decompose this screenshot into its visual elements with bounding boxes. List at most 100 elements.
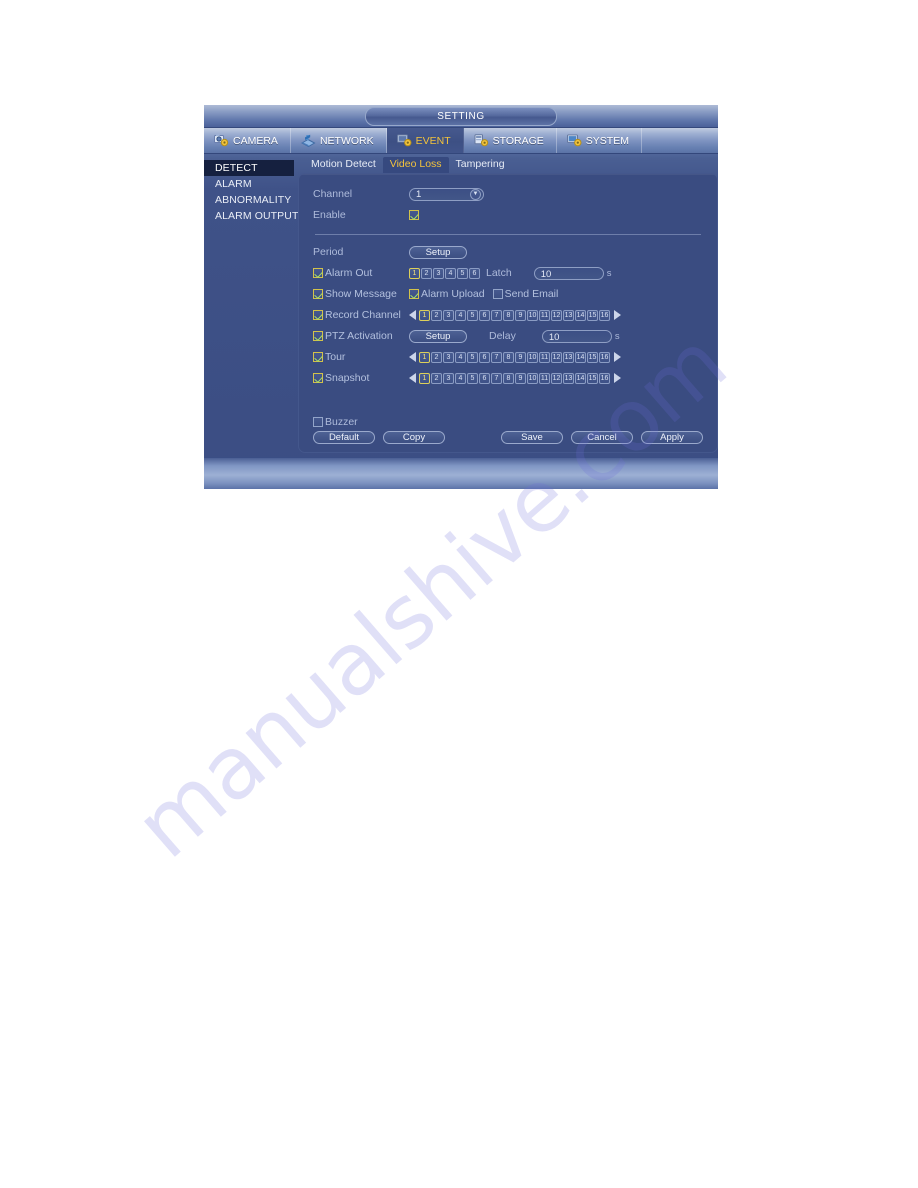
tour-chip[interactable]: 2 [431, 351, 442, 363]
snapshot-chip[interactable]: 7 [491, 372, 502, 384]
snapshot-chips[interactable]: 1 2 3 4 5 6 7 8 9 10 11 12 13 14 15 16 [419, 372, 610, 384]
tour-chip[interactable]: 11 [539, 351, 550, 363]
record-channel-prev-arrow-icon[interactable] [409, 310, 416, 320]
enable-checkbox[interactable] [409, 210, 419, 220]
sub-tab-tampering[interactable]: Tampering [449, 157, 512, 173]
alarm-upload-checkbox[interactable] [409, 289, 419, 299]
sub-tab-video-loss[interactable]: Video Loss [382, 157, 449, 173]
tour-chip[interactable]: 15 [587, 351, 598, 363]
tour-chip[interactable]: 7 [491, 351, 502, 363]
record-channel-chip[interactable]: 15 [587, 309, 598, 321]
record-channel-chip[interactable]: 12 [551, 309, 562, 321]
snapshot-chip[interactable]: 1 [419, 372, 430, 384]
snapshot-checkbox[interactable] [313, 373, 323, 383]
snapshot-chip[interactable]: 9 [515, 372, 526, 384]
ptz-activation-row[interactable]: PTZ Activation [313, 330, 409, 342]
tour-chip[interactable]: 13 [563, 351, 574, 363]
chevron-down-icon[interactable]: ▼ [470, 188, 481, 200]
tab-system[interactable]: SYSTEM [557, 128, 642, 153]
record-channel-row[interactable]: Record Channel [313, 309, 409, 321]
sidebar-item-detect[interactable]: DETECT [204, 160, 294, 176]
tour-checkbox[interactable] [313, 352, 323, 362]
sidebar[interactable]: DETECT ALARM ABNORMALITY ALARM OUTPUT [204, 157, 298, 468]
tour-chip[interactable]: 9 [515, 351, 526, 363]
tour-chip[interactable]: 5 [467, 351, 478, 363]
tour-chips[interactable]: 1 2 3 4 5 6 7 8 9 10 11 12 13 14 15 16 [419, 351, 610, 363]
record-channel-chip[interactable]: 7 [491, 309, 502, 321]
save-button[interactable]: Save [501, 431, 563, 444]
snapshot-chip[interactable]: 2 [431, 372, 442, 384]
snapshot-next-arrow-icon[interactable] [614, 373, 621, 383]
tour-row[interactable]: Tour [313, 351, 409, 363]
record-channel-chips[interactable]: 1 2 3 4 5 6 7 8 9 10 11 12 13 14 15 16 [419, 309, 610, 321]
alarm-out-checkbox[interactable] [313, 268, 323, 278]
tour-chip[interactable]: 14 [575, 351, 586, 363]
alarm-out-chip[interactable]: 5 [457, 267, 468, 279]
snapshot-chip[interactable]: 15 [587, 372, 598, 384]
alarm-out-chip[interactable]: 3 [433, 267, 444, 279]
record-channel-chip[interactable]: 1 [419, 309, 430, 321]
buzzer-row[interactable]: Buzzer [313, 416, 703, 428]
snapshot-prev-arrow-icon[interactable] [409, 373, 416, 383]
tour-chip[interactable]: 6 [479, 351, 490, 363]
tour-chip[interactable]: 4 [455, 351, 466, 363]
tour-chip[interactable]: 1 [419, 351, 430, 363]
sidebar-item-abnormality[interactable]: ABNORMALITY [204, 192, 294, 208]
record-channel-chip[interactable]: 5 [467, 309, 478, 321]
record-channel-chip[interactable]: 14 [575, 309, 586, 321]
tour-prev-arrow-icon[interactable] [409, 352, 416, 362]
record-channel-chip[interactable]: 16 [599, 309, 610, 321]
record-channel-chip[interactable]: 10 [527, 309, 538, 321]
ptz-setup-button[interactable]: Setup [409, 329, 467, 343]
tour-chip[interactable]: 10 [527, 351, 538, 363]
period-setup-button[interactable]: Setup [409, 245, 467, 259]
alarm-out-chip[interactable]: 1 [409, 267, 420, 279]
snapshot-chip[interactable]: 11 [539, 372, 550, 384]
snapshot-row[interactable]: Snapshot [313, 372, 409, 384]
main-tab-bar[interactable]: CAMERA NETWORK EVENT STORAGE SYSTEM [204, 128, 718, 154]
snapshot-chip[interactable]: 8 [503, 372, 514, 384]
tour-chip[interactable]: 16 [599, 351, 610, 363]
default-button[interactable]: Default [313, 431, 375, 444]
snapshot-chip[interactable]: 12 [551, 372, 562, 384]
tab-camera[interactable]: CAMERA [204, 128, 291, 153]
record-channel-chip[interactable]: 3 [443, 309, 454, 321]
snapshot-chip[interactable]: 16 [599, 372, 610, 384]
alarm-out-chip[interactable]: 4 [445, 267, 456, 279]
snapshot-chip[interactable]: 5 [467, 372, 478, 384]
snapshot-chip[interactable]: 13 [563, 372, 574, 384]
record-channel-chip[interactable]: 4 [455, 309, 466, 321]
snapshot-chip[interactable]: 14 [575, 372, 586, 384]
ptz-activation-checkbox[interactable] [313, 331, 323, 341]
record-channel-next-arrow-icon[interactable] [614, 310, 621, 320]
sidebar-item-alarm-output[interactable]: ALARM OUTPUT [204, 208, 298, 224]
record-channel-chip[interactable]: 11 [539, 309, 550, 321]
tour-next-arrow-icon[interactable] [614, 352, 621, 362]
snapshot-chip[interactable]: 10 [527, 372, 538, 384]
alarm-out-chip[interactable]: 6 [469, 267, 480, 279]
alarm-upload-row[interactable]: Alarm Upload [409, 288, 485, 300]
snapshot-chip[interactable]: 6 [479, 372, 490, 384]
alarm-out-channel-chips[interactable]: 1 2 3 4 5 6 [409, 267, 480, 279]
tab-network[interactable]: NETWORK [291, 128, 387, 153]
cancel-button[interactable]: Cancel [571, 431, 633, 444]
alarm-out-chip[interactable]: 2 [421, 267, 432, 279]
sub-tab-bar[interactable]: Motion Detect Video Loss Tampering [298, 157, 718, 173]
sub-tab-motion-detect[interactable]: Motion Detect [304, 157, 383, 173]
record-channel-chip[interactable]: 13 [563, 309, 574, 321]
record-channel-chip[interactable]: 6 [479, 309, 490, 321]
show-message-row[interactable]: Show Message [313, 288, 409, 300]
record-channel-chip[interactable]: 9 [515, 309, 526, 321]
snapshot-chip[interactable]: 4 [455, 372, 466, 384]
tour-chip[interactable]: 3 [443, 351, 454, 363]
alarm-out-checkbox-row[interactable]: Alarm Out [313, 267, 409, 279]
send-email-checkbox[interactable] [492, 289, 503, 299]
buzzer-checkbox[interactable] [313, 417, 323, 427]
tab-event[interactable]: EVENT [386, 128, 464, 153]
delay-input[interactable]: 10 [541, 329, 612, 343]
show-message-checkbox[interactable] [313, 289, 323, 299]
snapshot-chip[interactable]: 3 [443, 372, 454, 384]
sidebar-item-alarm[interactable]: ALARM [204, 176, 294, 192]
copy-button[interactable]: Copy [383, 431, 445, 444]
tour-chip[interactable]: 12 [551, 351, 562, 363]
